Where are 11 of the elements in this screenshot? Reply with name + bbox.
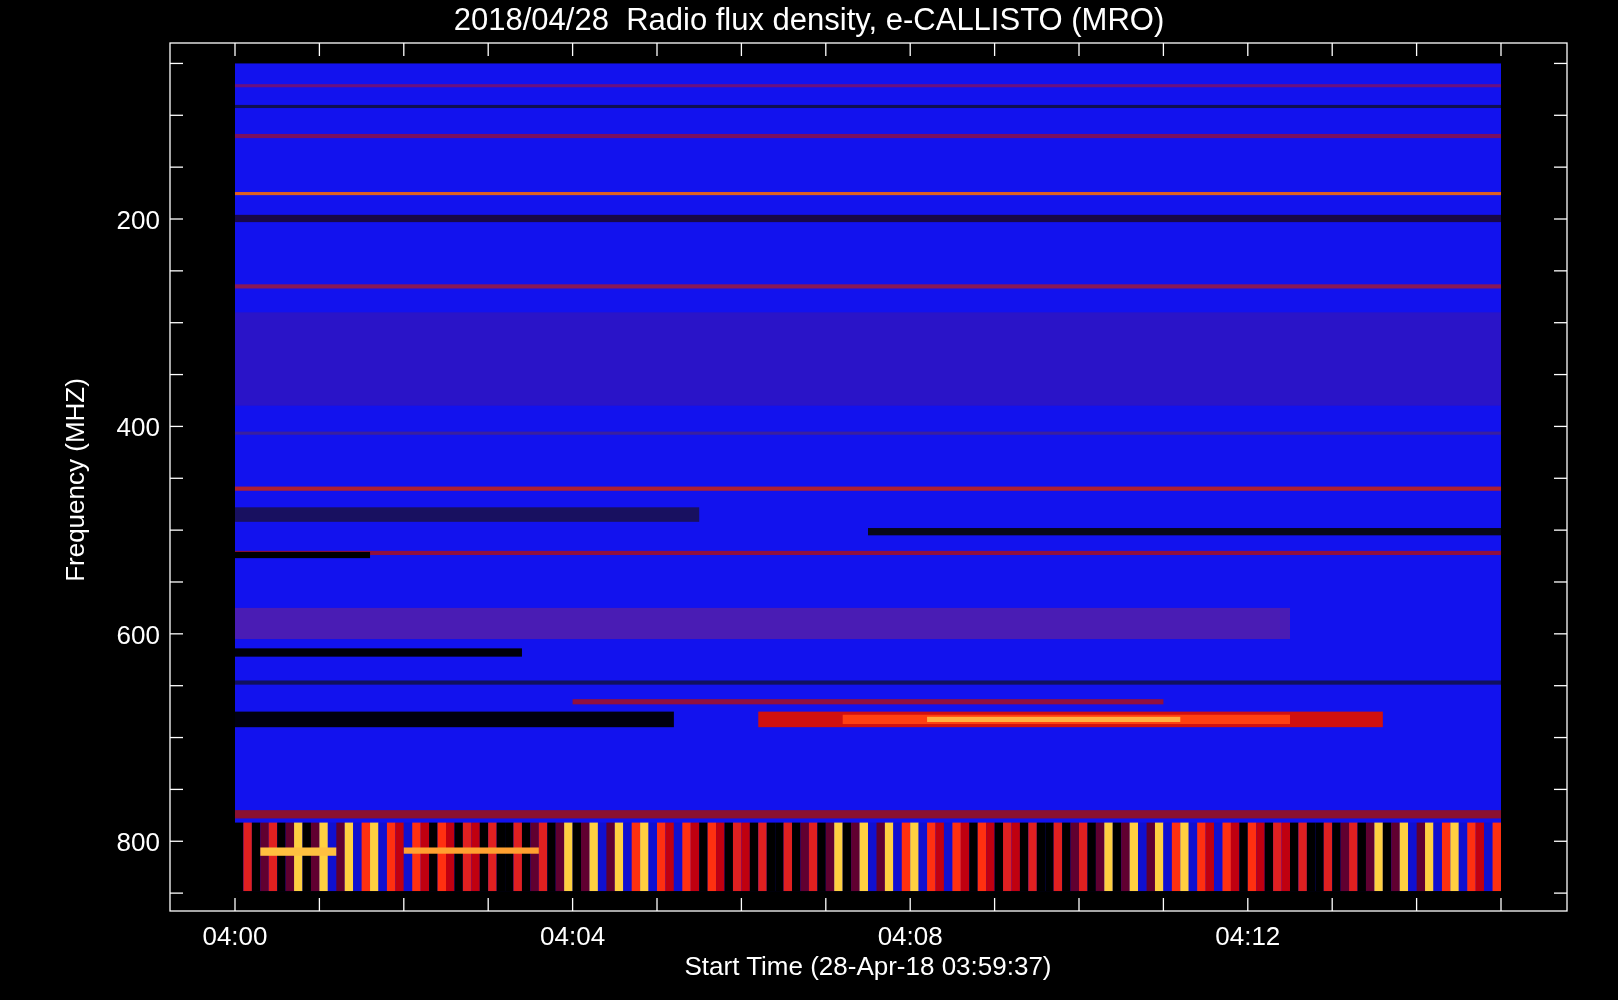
axis-title: Start Time (28-Apr-18 03:59:37) <box>684 951 1052 981</box>
axis-tick-label: 04:12 <box>1215 921 1281 951</box>
axis-tick-label: 400 <box>116 412 160 443</box>
axis-tick-label: 04:08 <box>877 921 943 951</box>
axis-tick-label: 04:04 <box>540 921 606 951</box>
axis-tick-label: 600 <box>116 619 160 650</box>
chart-title: 2018/04/28 Radio flux density, e-CALLISTO (MRO) <box>453 2 1165 37</box>
axis-title: Frequency (MHZ) <box>60 378 90 582</box>
axis-tick-label: 200 <box>116 205 160 235</box>
axis-tick-label: 04:00 <box>202 921 268 951</box>
axis-tick-label: 800 <box>116 827 160 858</box>
